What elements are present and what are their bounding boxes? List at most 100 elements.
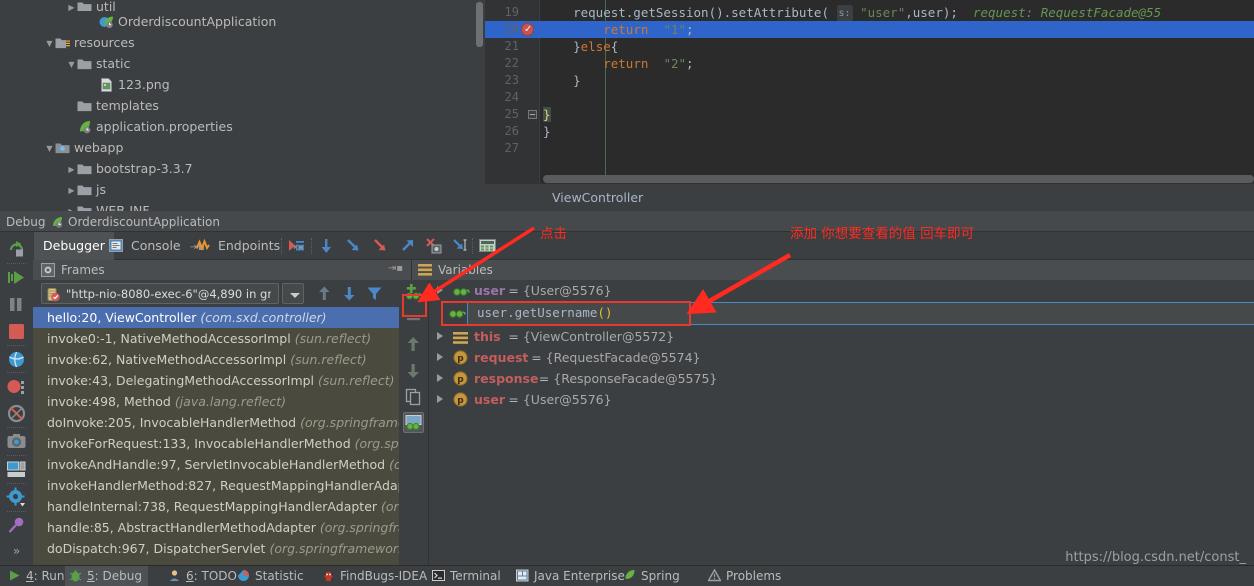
status-bar-item-4-run[interactable]: 4: Run — [8, 569, 65, 583]
run-to-cursor-icon[interactable] — [450, 236, 471, 256]
resume-program-icon[interactable] — [6, 267, 27, 288]
pause-program-icon[interactable] — [6, 294, 27, 315]
status-bar-item-java-enterprise[interactable]: Java Enterprise — [516, 569, 625, 583]
tree-item[interactable]: ▶ OrderdiscountApplication — [0, 11, 485, 32]
tree-item[interactable]: ▶ util — [0, 0, 485, 11]
variable-row[interactable]: p response = {ResponseFacade@5575} — [429, 368, 1254, 389]
expand-arrow-right-icon[interactable]: ▶ — [88, 75, 99, 96]
layout-icon[interactable] — [6, 459, 27, 480]
filter-icon[interactable] — [366, 285, 383, 305]
rerun-icon[interactable] — [6, 239, 27, 260]
force-step-into-icon[interactable] — [370, 236, 391, 256]
expand-arrow-right-icon[interactable] — [437, 286, 443, 294]
variable-row[interactable]: user = {User@5576} — [429, 280, 1254, 301]
expand-arrow-right-icon[interactable]: ▶ — [66, 96, 77, 117]
variable-row[interactable]: p user = {User@5576} — [429, 389, 1254, 410]
expand-arrow-right-icon[interactable]: ▶ — [66, 117, 77, 138]
pin-tab-icon[interactable] — [6, 515, 27, 536]
evaluate-expression-icon[interactable] — [477, 236, 498, 256]
frames-pane[interactable]: "http-nio-8080-exec-6"@4,890 in grou... — [33, 280, 411, 565]
expand-arrow-down-icon[interactable]: ▼ — [66, 54, 77, 75]
code-line[interactable]: 25} — [485, 106, 1254, 123]
code-line[interactable]: 22 return "2"; — [485, 55, 1254, 72]
variable-row[interactable]: this = {ViewController@5572} — [429, 326, 1254, 347]
inspect-icon[interactable] — [403, 412, 424, 433]
show-execution-point-icon[interactable] — [286, 236, 307, 256]
expand-arrow-right-icon[interactable] — [437, 332, 443, 340]
frame-row[interactable]: invokeHandlerMethod:827, RequestMappingH… — [33, 475, 411, 496]
expand-arrow-right-icon[interactable]: ▶ — [66, 201, 77, 211]
tree-item[interactable]: ▶ WEB-INF — [0, 200, 485, 211]
watch-input-row[interactable]: user.getUsername() — [429, 301, 1254, 326]
frames-list[interactable]: hello:20, ViewController (com.sxd.contro… — [33, 307, 411, 565]
variables-pane[interactable]: user = {User@5576} user.getUsername() this =… — [428, 280, 1254, 565]
status-bar-item-statistic[interactable]: Statistic — [237, 569, 304, 583]
code-line[interactable]: 24 — [485, 89, 1254, 106]
expand-arrow-down-icon[interactable]: ▼ — [44, 138, 55, 159]
stop-icon[interactable] — [6, 321, 27, 342]
frame-row[interactable]: invoke:62, NativeMethodAccessorImpl (sun… — [33, 349, 411, 370]
status-bar-item-5-debug[interactable]: 5: Debug — [65, 566, 148, 586]
frame-row[interactable]: invoke:498, Method (java.lang.reflect) — [33, 391, 411, 412]
code-fold-icon[interactable] — [528, 110, 537, 119]
step-out-icon[interactable] — [397, 236, 418, 256]
variable-row[interactable]: p request = {RequestFacade@5574} — [429, 347, 1254, 368]
pin-icon[interactable]: ⇥▪ — [388, 263, 403, 274]
code-editor[interactable]: 19 request.getSession().setAttribute( s:… — [485, 0, 1254, 211]
status-bar-item-terminal[interactable]: Terminal — [432, 569, 501, 583]
code-line[interactable]: 26} — [485, 123, 1254, 140]
settings-icon[interactable] — [6, 487, 27, 508]
status-bar-item-problems[interactable]: Problems — [707, 568, 781, 583]
project-tree-panel[interactable]: ▶util▶OrderdiscountApplication▼resources… — [0, 0, 485, 211]
code-line[interactable]: 27 — [485, 140, 1254, 157]
thread-selector[interactable]: "http-nio-8080-exec-6"@4,890 in grou... — [41, 283, 279, 304]
frame-row[interactable]: doDispatch:967, DispatcherServlet (org.s… — [33, 538, 411, 559]
breadcrumb[interactable]: ViewController — [552, 190, 643, 205]
expand-arrow-down-icon[interactable]: ▼ — [44, 33, 55, 54]
tree-item[interactable]: ▼ resources — [0, 32, 485, 53]
move-up-stack-icon[interactable] — [316, 285, 333, 305]
frame-row[interactable]: invokeForRequest:133, InvocableHandlerMe… — [33, 433, 411, 454]
no-suspend-icon[interactable] — [6, 403, 27, 424]
mute-breakpoints-icon[interactable] — [6, 376, 27, 397]
frame-row[interactable]: handle:85, AbstractHandlerMethodAdapter … — [33, 517, 411, 538]
frame-row[interactable]: hello:20, ViewController (com.sxd.contro… — [33, 307, 411, 328]
step-into-icon[interactable] — [343, 236, 364, 256]
tree-item[interactable]: ▶ 123.png — [0, 74, 485, 95]
view-breakpoints-icon[interactable] — [6, 349, 27, 370]
drop-frame-icon[interactable] — [423, 236, 444, 256]
code-line[interactable]: 23 } — [485, 72, 1254, 89]
move-up-icon[interactable] — [403, 334, 424, 355]
code-line[interactable]: 21 }else{ — [485, 38, 1254, 55]
expand-arrow-right-icon[interactable]: ▶ — [88, 12, 99, 33]
status-bar-item-findbugs-idea[interactable]: FindBugs-IDEA — [322, 569, 427, 583]
tree-item[interactable]: ▶ js — [0, 179, 485, 200]
step-over-icon[interactable] — [316, 236, 337, 256]
expand-arrow-right-icon[interactable] — [437, 374, 443, 382]
status-bar-item-spring[interactable]: Spring — [623, 569, 680, 583]
move-down-stack-icon[interactable] — [341, 285, 358, 305]
snapshot-icon[interactable] — [6, 431, 27, 452]
editor-horizontal-scrollbar[interactable] — [543, 175, 1254, 183]
tree-item[interactable]: ▼ static — [0, 53, 485, 74]
expand-arrow-right-icon[interactable]: ▶ — [66, 180, 77, 201]
tree-item[interactable]: ▶ bootstrap-3.3.7 — [0, 158, 485, 179]
move-down-icon[interactable] — [403, 360, 424, 381]
code-line[interactable]: 19 request.getSession().setAttribute( s:… — [485, 4, 1254, 22]
breakpoint-verified-icon[interactable] — [521, 21, 534, 38]
project-tree-scrollbar[interactable] — [476, 2, 483, 47]
expand-arrow-right-icon[interactable]: ▶ — [66, 159, 77, 180]
more-icon[interactable]: » — [6, 541, 27, 562]
frame-row[interactable]: invoke0:-1, NativeMethodAccessorImpl (su… — [33, 328, 411, 349]
code-line[interactable]: 20 return "1"; — [485, 21, 1254, 38]
expand-arrow-right-icon[interactable] — [437, 353, 443, 361]
tree-item[interactable]: ▶ application.properties — [0, 116, 485, 137]
expand-arrow-right-icon[interactable]: ▶ — [66, 4, 77, 12]
frame-row[interactable]: invokeAndHandle:97, ServletInvocableHand… — [33, 454, 411, 475]
tree-item[interactable]: ▶ templates — [0, 95, 485, 116]
expand-arrow-right-icon[interactable] — [437, 395, 443, 403]
tree-item[interactable]: ▼ webapp — [0, 137, 485, 158]
frame-row[interactable]: invoke:43, DelegatingMethodAccessorImpl … — [33, 370, 411, 391]
thread-dropdown-arrow[interactable] — [282, 283, 304, 304]
status-bar-item-6-todo[interactable]: 6: TODO — [168, 569, 237, 583]
